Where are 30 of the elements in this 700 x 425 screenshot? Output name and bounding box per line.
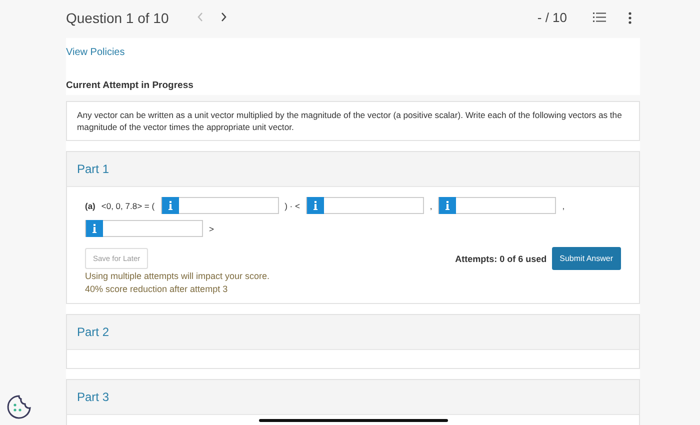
list-icon[interactable] [591, 10, 608, 25]
question-counter: Question 1 of 10 [66, 10, 169, 26]
part-title[interactable]: Part 3 [67, 380, 639, 416]
info-icon[interactable] [162, 197, 179, 214]
equation-text: (a) [85, 200, 96, 211]
view-policies-link[interactable]: View Policies [66, 47, 125, 58]
score-text: - / 10 [537, 10, 567, 25]
part-title[interactable]: Part 1 [67, 152, 639, 188]
equation-text: <0, 0, 7.8> = ( [101, 200, 155, 211]
answer-field[interactable] [160, 197, 279, 214]
info-icon[interactable] [86, 220, 103, 238]
attempt-status: Current Attempt in Progress [66, 80, 194, 91]
cookie-icon[interactable] [6, 394, 32, 420]
answer-field[interactable] [85, 220, 203, 238]
info-icon[interactable] [306, 197, 324, 214]
equation-text: , [430, 200, 432, 211]
answer-field[interactable] [306, 197, 424, 214]
more-options-icon[interactable] [626, 10, 634, 26]
part-title[interactable]: Part 2 [67, 315, 639, 350]
next-icon[interactable] [220, 12, 227, 22]
equation-text: > [209, 224, 214, 234]
submit-button[interactable]: Submit Answer [552, 247, 621, 270]
instructions-text: Any vector can be written as a unit vector multiplied by the magnitude of the vector (a positive scalar). Write each of the following vectors as the magnitude of the vector times the appropriate unit vector. [66, 101, 640, 142]
equation-text: , [562, 200, 565, 211]
attempts-text: Attempts: 0 of 6 used [455, 254, 547, 264]
attempts-note: Using multiple attempts will impact your score. [85, 270, 271, 283]
equation-text: ) · < [284, 200, 300, 211]
answer-field[interactable] [438, 197, 556, 214]
attempts-note: 40% score reduction after attempt 3 [85, 282, 229, 296]
info-icon[interactable] [439, 197, 456, 214]
